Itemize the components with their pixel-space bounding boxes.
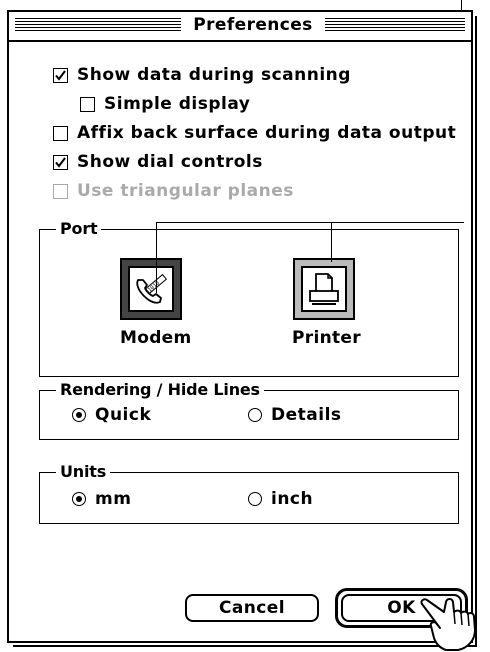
preferences-dialog: Preferences Show data during scanning Si… [7,10,477,647]
modem-telephone-icon: 1010 [128,266,174,312]
cancel-button[interactable]: Cancel [185,594,319,622]
use-triangular-planes-checkbox: Use triangular planes [53,181,294,201]
units-group: Units mm inch [39,462,459,524]
svg-text:1010: 1010 [147,280,161,293]
units-group-label: Units [56,462,111,482]
radio-unselected-icon [248,492,262,506]
modem-port-button[interactable]: 1010 [120,258,182,320]
rendering-group: Rendering / Hide Lines Quick Details [39,380,459,440]
modem-label: Modem [120,328,192,348]
checkbox-disabled-icon [53,183,68,199]
title-bar-stripes-right [325,18,465,32]
printer-port-button[interactable] [293,258,355,320]
mm-radio[interactable]: mm [72,489,131,509]
mm-label: mm [95,489,132,509]
checkbox-checked-icon [53,154,68,170]
inch-label: inch [271,489,314,509]
printer-label: Printer [292,328,361,348]
radio-selected-icon [72,408,86,422]
rendering-group-label: Rendering / Hide Lines [56,380,264,400]
window-title: Preferences [183,15,323,35]
radio-selected-icon [72,492,86,506]
affix-back-surface-label: Affix back surface during data output [77,123,457,143]
checkbox-unchecked-icon [80,96,95,112]
checkbox-checked-icon [53,67,68,83]
quick-label: Quick [95,405,152,425]
show-data-during-scanning-label: Show data during scanning [77,65,351,85]
pointing-hand-cursor-icon [420,598,476,651]
printer-icon [301,266,347,312]
title-bar[interactable]: Preferences [9,12,471,42]
checkbox-unchecked-icon [53,125,68,141]
show-dial-controls-label: Show dial controls [77,152,263,172]
simple-display-label: Simple display [104,94,251,114]
details-radio[interactable]: Details [248,405,342,425]
simple-display-checkbox[interactable]: Simple display [80,94,250,114]
port-group-label: Port [56,219,102,239]
quick-radio[interactable]: Quick [72,405,151,425]
show-data-during-scanning-checkbox[interactable]: Show data during scanning [53,65,351,85]
port-group: Port 1010 Modem Printer [39,219,459,377]
radio-unselected-icon [248,408,262,422]
title-bar-stripes-left [15,18,181,32]
callout-line-modem [156,222,157,293]
inch-radio[interactable]: inch [248,489,313,509]
show-dial-controls-checkbox[interactable]: Show dial controls [53,152,263,172]
callout-line-printer [331,222,332,262]
callout-line-horizontal [156,222,464,223]
details-label: Details [271,405,342,425]
affix-back-surface-checkbox[interactable]: Affix back surface during data output [53,123,456,143]
use-triangular-planes-label: Use triangular planes [77,181,294,201]
